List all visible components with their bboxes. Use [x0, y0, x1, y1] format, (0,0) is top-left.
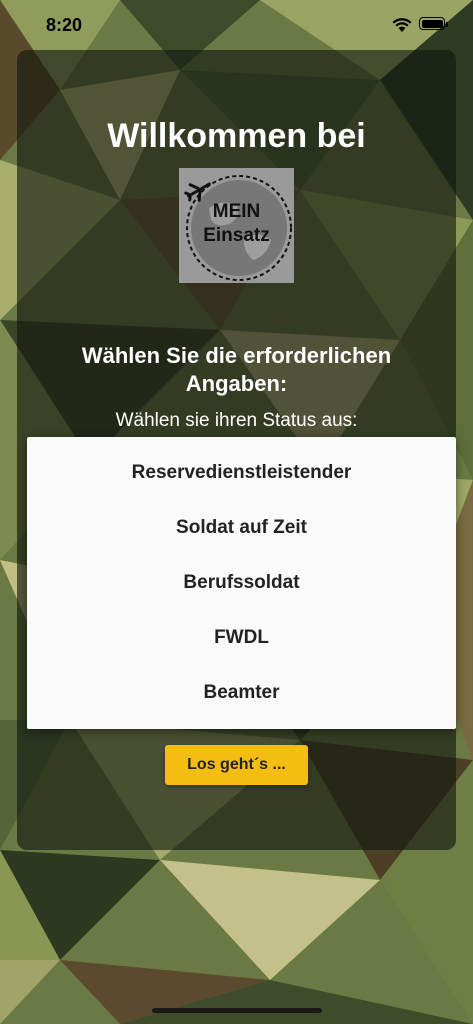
status-option-fwdl[interactable]: FWDL	[27, 610, 456, 665]
status-option-berufssoldat[interactable]: Berufssoldat	[27, 555, 456, 610]
status-option-beamter[interactable]: Beamter	[27, 665, 456, 720]
status-bar: 8:20	[0, 0, 473, 44]
logo-line-2: Einsatz	[203, 225, 270, 246]
logo-text: MEIN Einsatz	[179, 200, 294, 248]
status-option-reservedienstleistender[interactable]: Reservedienstleistender	[27, 445, 456, 500]
battery-icon	[419, 17, 448, 30]
logo-line-1: MEIN	[212, 201, 261, 222]
status-time: 8:20	[46, 15, 83, 35]
submit-button[interactable]: Los geht´s ...	[165, 745, 308, 785]
status-option-soldat-auf-zeit[interactable]: Soldat auf Zeit	[27, 500, 456, 555]
welcome-title: Willkommen bei	[107, 117, 366, 155]
status-label: Wählen sie ihren Status aus:	[115, 410, 358, 431]
home-indicator[interactable]	[152, 1008, 322, 1013]
selection-prompt: Wählen Sie die erforderlichen Angaben:	[81, 343, 392, 396]
wifi-icon	[392, 18, 412, 32]
status-picker[interactable]: Reservedienstleistender Soldat auf Zeit …	[27, 437, 456, 729]
mein-einsatz-logo: MEIN Einsatz	[179, 168, 294, 283]
